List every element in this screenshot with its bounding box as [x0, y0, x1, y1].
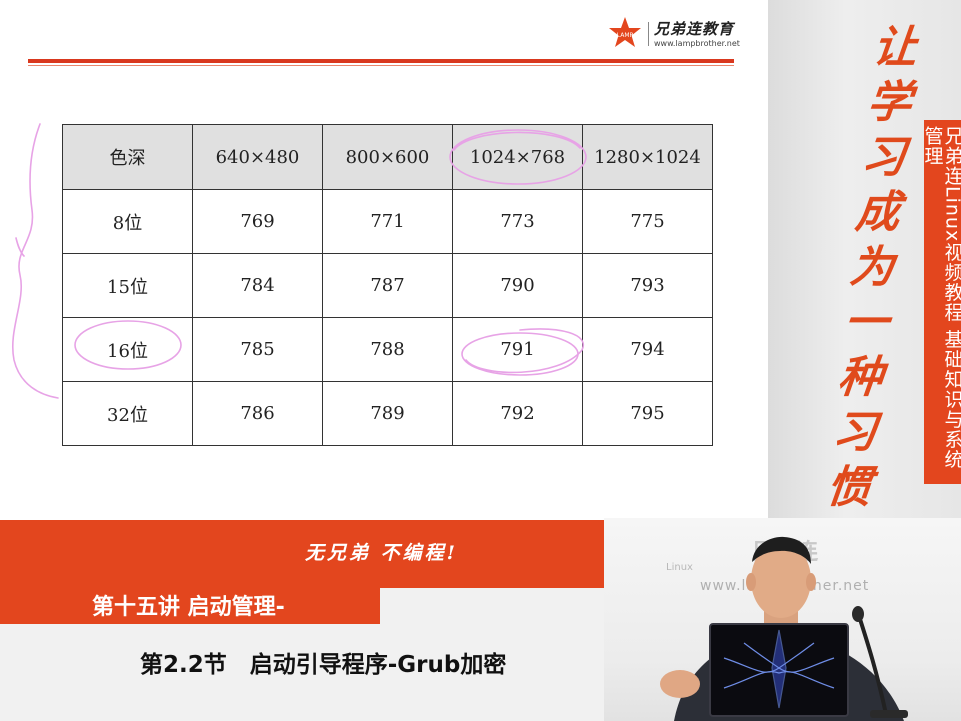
row-label-cell: 32位 [62, 381, 193, 446]
instructor-ear-left [746, 573, 756, 591]
instructor-hand [660, 670, 700, 698]
table-cell: 784 [192, 253, 323, 318]
table-cell: 775 [582, 189, 713, 254]
star-logo-icon: LAMP [609, 17, 641, 47]
table-row: 8位 769 771 773 775 [62, 189, 713, 254]
slide: LAMP 兄弟连教育 www.lampbrother.net 色深 640×48… [0, 0, 768, 520]
right-sidebar: 让学习成为一种习惯 兄弟连Linux视频教程 基础知识与系统管理 [768, 0, 961, 518]
brand-logo: LAMP 兄弟连教育 www.lampbrother.net [608, 16, 748, 56]
resolution-table: 色深 640×480 800×600 1024×768 1280×1024 8位… [62, 124, 713, 446]
header-rule-thin [28, 65, 734, 66]
table-cell: 790 [452, 253, 583, 318]
table-header-row: 色深 640×480 800×600 1024×768 1280×1024 [62, 124, 713, 190]
lecture-title: 第十五讲 启动管理- [92, 595, 285, 620]
table-cell: 793 [582, 253, 713, 318]
row-label-cell: 15位 [62, 253, 193, 318]
table-cell: 788 [322, 317, 453, 382]
table-cell: 771 [322, 189, 453, 254]
header-cell: 800×600 [322, 124, 453, 190]
banner-tagline: 无兄弟 不编程! [305, 542, 458, 564]
tagline-banner [0, 520, 604, 588]
svg-text:LAMP: LAMP [617, 32, 634, 39]
microphone-base [870, 710, 908, 718]
annotation-tick [15, 237, 25, 257]
table-cell: 794 [582, 317, 713, 382]
row-label-cell: 8位 [62, 189, 193, 254]
table-row: 15位 784 787 790 793 [62, 253, 713, 318]
table-row: 16位 785 788 791 794 [62, 317, 713, 382]
table-cell: 769 [192, 189, 323, 254]
instructor-ear-right [806, 573, 816, 591]
instructor-scene [660, 536, 908, 721]
annotation-bracket [12, 123, 59, 399]
table-cell: 773 [452, 189, 583, 254]
logo-divider [648, 22, 649, 46]
header-cell: 色深 [62, 124, 193, 190]
table-cell: 789 [322, 381, 453, 446]
table-row: 32位 786 789 792 795 [62, 381, 713, 446]
logo-brand-text: 兄弟连教育 [654, 20, 735, 38]
logo-url-text: www.lampbrother.net [654, 39, 740, 48]
course-tag: 兄弟连Linux视频教程 基础知识与系统管理 [921, 120, 961, 484]
header-cell: 640×480 [192, 124, 323, 190]
course-tag-text: 兄弟连Linux视频教程 基础知识与系统管理 [921, 126, 961, 470]
slogan-text: 让学习成为一种习惯 [824, 22, 920, 513]
header-cell: 1280×1024 [582, 124, 713, 190]
header-cell: 1024×768 [452, 124, 583, 190]
table-cell: 787 [322, 253, 453, 318]
table-cell: 791 [452, 317, 583, 382]
table-cell: 785 [192, 317, 323, 382]
table-cell: 795 [582, 381, 713, 446]
microphone-head [852, 606, 864, 622]
instructor-video: 兄弟连 Linux www.lampbrother.net [604, 518, 961, 721]
header-rule [28, 59, 734, 63]
table-cell: 792 [452, 381, 583, 446]
table-cell: 786 [192, 381, 323, 446]
row-label-cell: 16位 [62, 317, 193, 382]
section-title: 第2.2节 启动引导程序-Grub加密 [140, 652, 507, 678]
